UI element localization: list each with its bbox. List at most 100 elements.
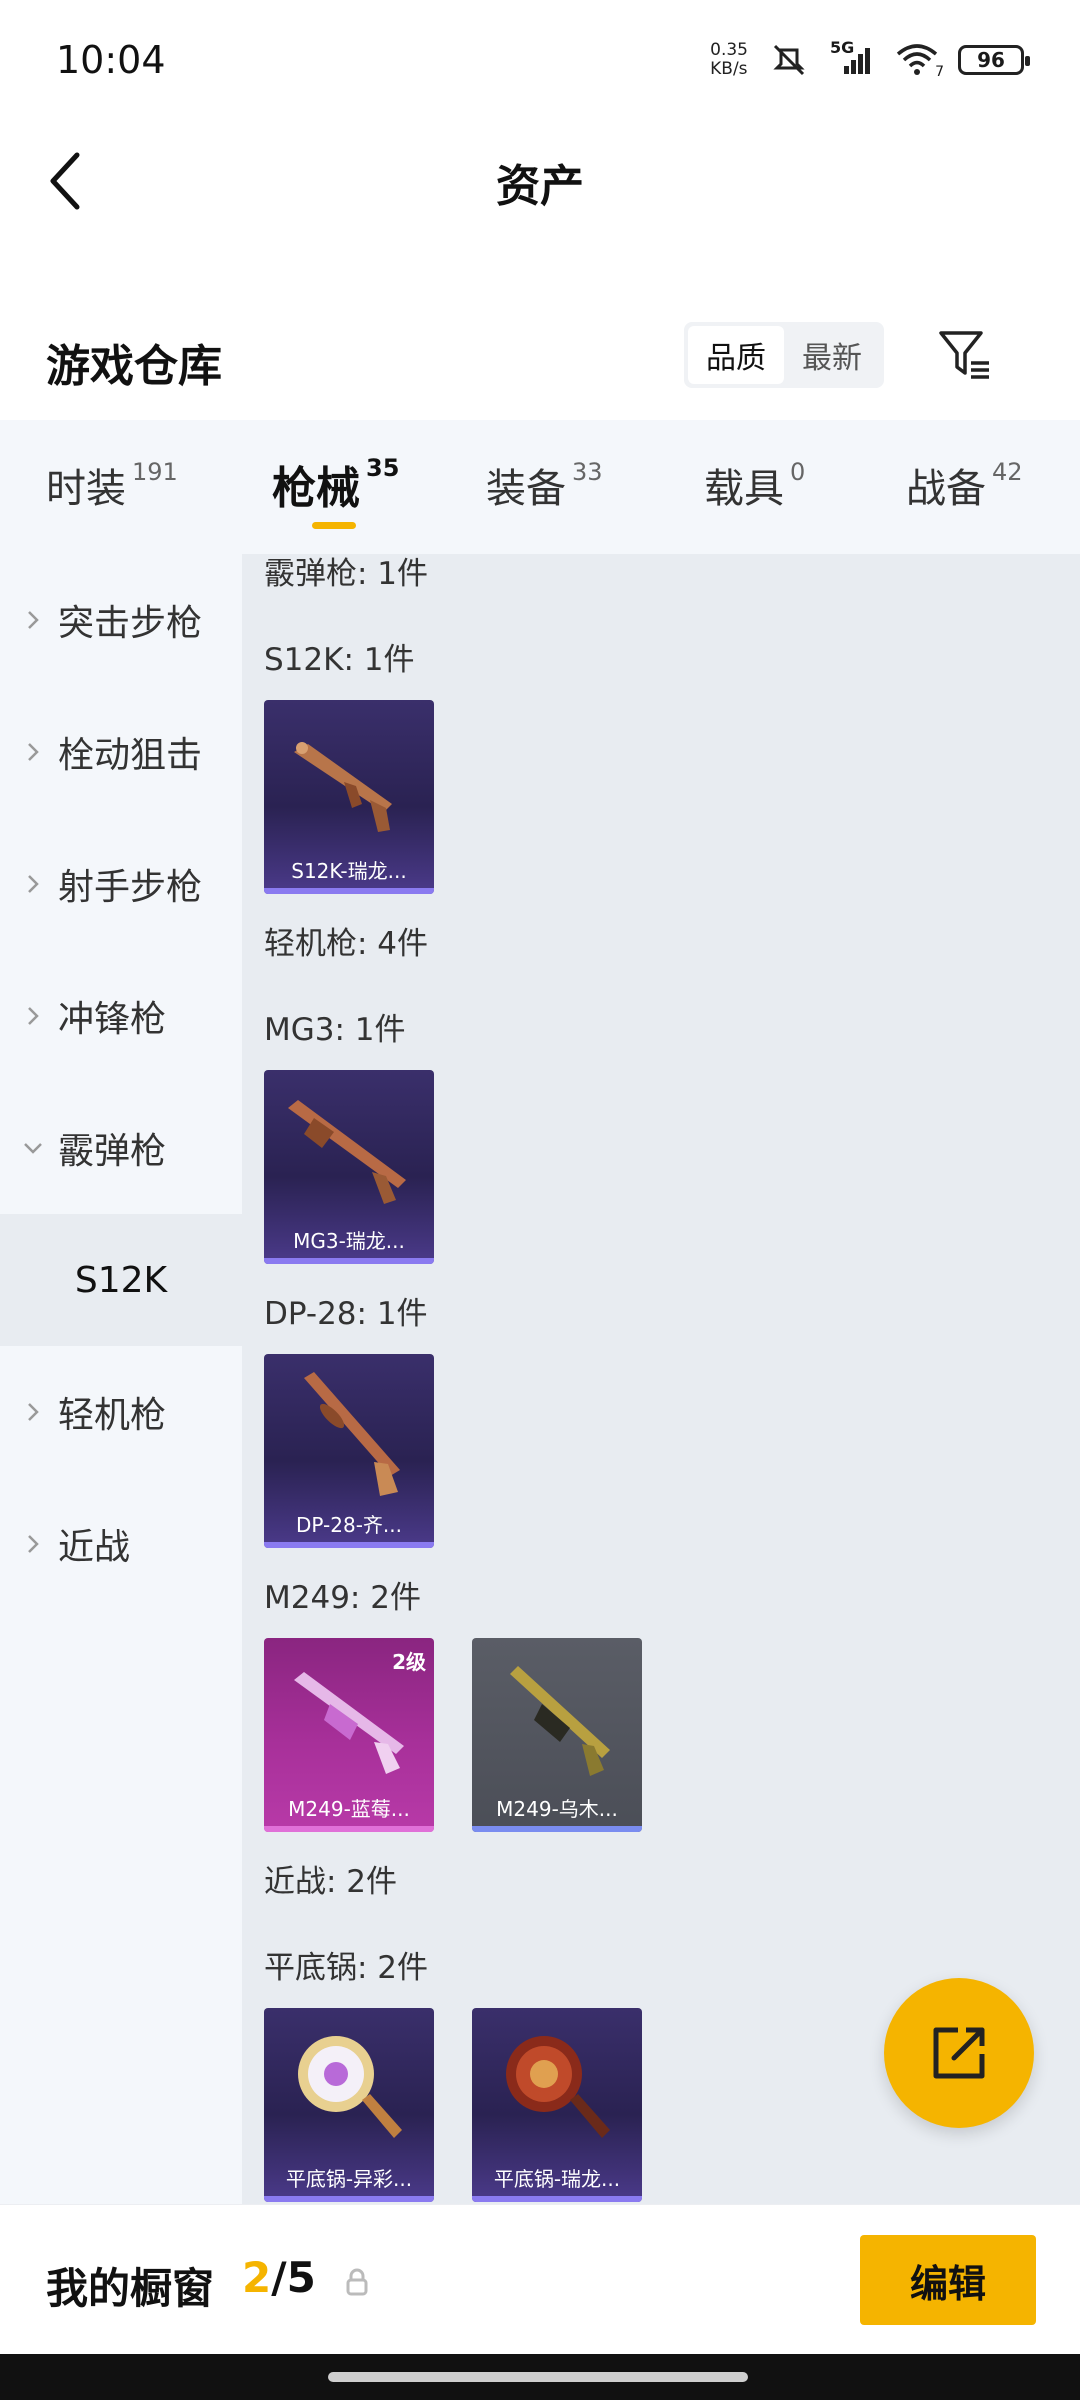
signal-label: 5G [830, 38, 855, 57]
warehouse-row: 游戏仓库 品质 最新 [0, 300, 1080, 420]
sidebar-item-smg[interactable]: 冲锋枪 [0, 950, 242, 1082]
bottom-bar: 我的橱窗 2/5 编辑 [0, 2204, 1080, 2354]
tab-label: 载具 [704, 466, 784, 512]
item-card-label: S12K-瑞龙... [291, 859, 407, 883]
section-label: 平底锅: 2件 [264, 1950, 429, 1986]
chevron-right-icon [22, 1401, 44, 1423]
section-label: S12K: 1件 [264, 642, 415, 678]
item-card[interactable]: 平底锅-瑞龙... [472, 2008, 642, 2202]
tab-count: 35 [366, 454, 400, 482]
tab-fashion[interactable]: 时装 191 [46, 456, 178, 514]
showcase-count: 2/5 [242, 2253, 316, 2302]
share-icon [933, 2027, 985, 2079]
item-card-label: 平底锅-瑞龙... [493, 2167, 621, 2191]
item-card[interactable]: 2级 M249-蓝莓... [264, 1638, 434, 1832]
rarity-strip [264, 1258, 434, 1264]
category-tabs: 时装 191 枪械 35 装备 33 载具 0 战备 42 [0, 420, 1080, 554]
content-area[interactable]: 霰弹枪: 1件 S12K: 1件 S12K-瑞龙... 轻机枪: 4件 MG3:… [242, 554, 1080, 2204]
sidebar-item-assault-rifle[interactable]: 突击步枪 [0, 554, 242, 686]
app-header: 资产 [0, 120, 1080, 240]
item-card-label: M249-乌木... [496, 1797, 618, 1821]
edit-button[interactable]: 编辑 [860, 2235, 1036, 2325]
machine-gun-icon [304, 1372, 400, 1496]
cellular-signal-icon: 5G [830, 38, 876, 80]
item-card[interactable]: MG3-瑞龙... [264, 1070, 434, 1264]
sidebar-item-melee[interactable]: 近战 [0, 1478, 242, 1610]
section-label: DP-28: 1件 [264, 1296, 428, 1332]
page-title: 资产 [496, 161, 584, 212]
showcase-current: 2 [242, 2253, 272, 2302]
sidebar-item-label: 轻机枪 [58, 1395, 167, 1436]
sidebar-item-label: 栓动狙击 [58, 735, 203, 776]
pan-icon [298, 2036, 402, 2138]
tab-vehicles[interactable]: 载具 0 [704, 456, 805, 514]
shotgun-icon [294, 742, 392, 832]
item-card-label: 平底锅-异彩... [285, 2167, 413, 2191]
filter-icon [939, 331, 989, 379]
sidebar-item-shotgun[interactable]: 霰弹枪 [0, 1082, 242, 1214]
filter-button[interactable] [930, 320, 1000, 390]
sidebar: 突击步枪 栓动狙击 射手步枪 冲锋枪 霰弹枪 S12K 轻机枪 近战 [0, 554, 242, 2204]
rarity-strip [264, 1542, 434, 1548]
tab-battle-gear[interactable]: 战备 42 [906, 456, 1023, 514]
wifi-sub: 7 [935, 64, 944, 80]
sidebar-item-label: S12K [74, 1259, 168, 1301]
showcase-total: /5 [271, 2253, 316, 2302]
item-card[interactable]: DP-28-齐... [264, 1354, 434, 1548]
rarity-strip [472, 2196, 642, 2202]
sort-quality-option[interactable]: 品质 [688, 326, 784, 384]
item-card[interactable]: 平底锅-异彩... [264, 2008, 434, 2202]
lock-icon [346, 2268, 368, 2296]
tab-label: 战备 [906, 466, 986, 512]
item-card-label: M249-蓝莓... [288, 1797, 410, 1821]
sidebar-item-marksman-rifle[interactable]: 射手步枪 [0, 818, 242, 950]
section-label: M249: 2件 [264, 1580, 421, 1616]
sidebar-item-lmg[interactable]: 轻机枪 [0, 1346, 242, 1478]
section-label: 霰弹枪: 1件 [264, 556, 429, 592]
showcase-label: 我的橱窗 [46, 2264, 215, 2313]
net-speed-unit: KB/s [710, 59, 748, 79]
warehouse-title: 游戏仓库 [46, 341, 222, 392]
chevron-down-icon [22, 1137, 44, 1159]
tab-count: 0 [790, 458, 806, 486]
chevron-right-icon [22, 609, 44, 631]
item-card[interactable]: S12K-瑞龙... [264, 700, 434, 894]
sidebar-item-label: 霰弹枪 [58, 1131, 167, 1172]
machine-gun-icon [288, 1100, 406, 1204]
item-card-label: DP-28-齐... [296, 1513, 402, 1537]
sidebar-item-label: 近战 [58, 1527, 131, 1568]
tab-count: 42 [992, 458, 1023, 486]
sort-toggle: 品质 最新 [684, 322, 884, 388]
rarity-strip [264, 888, 434, 894]
status-bar: 10:04 0.35 KB/s 5G 7 96 [0, 0, 1080, 120]
sidebar-subitem-s12k[interactable]: S12K [0, 1214, 242, 1346]
status-icons: 0.35 KB/s 5G 7 96 [710, 38, 1030, 80]
pan-icon [506, 2036, 610, 2138]
wifi-icon: 7 [894, 40, 944, 80]
active-tab-indicator [312, 522, 356, 529]
tab-firearms[interactable]: 枪械 35 [272, 452, 399, 516]
home-indicator[interactable] [328, 2372, 748, 2382]
machine-gun-icon [510, 1666, 610, 1776]
level-badge: 2级 [392, 1650, 426, 1674]
sidebar-item-label: 突击步枪 [58, 603, 203, 644]
tab-label: 时装 [46, 466, 126, 512]
chevron-right-icon [22, 1005, 44, 1027]
tab-label: 装备 [486, 466, 566, 512]
chevron-right-icon [22, 873, 44, 895]
section-label: 轻机枪: 4件 [264, 926, 429, 962]
sidebar-item-label: 冲锋枪 [58, 999, 167, 1040]
rarity-strip [472, 1826, 642, 1832]
net-speed: 0.35 KB/s [710, 41, 748, 79]
tab-count: 33 [572, 458, 603, 486]
status-time: 10:04 [56, 38, 166, 82]
share-fab-button[interactable] [884, 1978, 1034, 2128]
tab-count: 191 [132, 458, 178, 486]
battery-indicator: 96 [958, 45, 1030, 75]
tab-label: 枪械 [272, 463, 360, 514]
sidebar-item-bolt-sniper[interactable]: 栓动狙击 [0, 686, 242, 818]
section-label: 近战: 2件 [264, 1864, 398, 1900]
item-card[interactable]: M249-乌木... [472, 1638, 642, 1832]
sort-newest-option[interactable]: 最新 [784, 326, 880, 384]
tab-equipment[interactable]: 装备 33 [486, 456, 603, 514]
